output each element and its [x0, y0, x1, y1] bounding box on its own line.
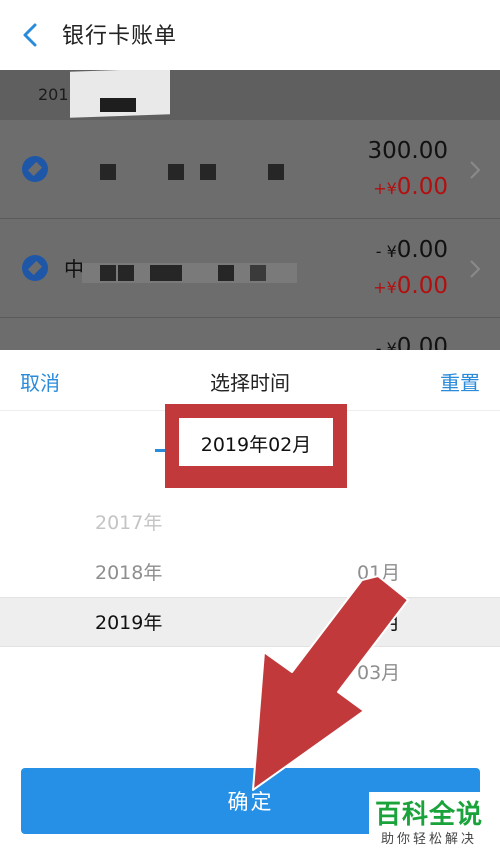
bank-logo-icon: [22, 255, 48, 281]
redaction-block: [118, 265, 134, 281]
redaction-block: [100, 265, 116, 281]
amount-sub: +¥0.00: [373, 174, 448, 200]
redaction-block: [250, 265, 266, 281]
annotation-frame: 2019年02月: [165, 404, 347, 488]
amount-main: - ¥0.00: [375, 237, 448, 263]
chevron-right-icon: [470, 161, 481, 179]
month-option[interactable]: 01月: [357, 558, 400, 585]
month-option[interactable]: 03月: [357, 658, 400, 685]
period-label: 201: [38, 85, 69, 104]
app-header: 银行卡账单: [0, 0, 500, 70]
chevron-right-icon: [470, 260, 481, 278]
reset-button[interactable]: 重置: [440, 367, 480, 396]
page-title: 银行卡账单: [62, 24, 178, 49]
watermark-subtitle: 助你轻松解决: [381, 832, 478, 847]
period-bar: 201: [0, 70, 500, 120]
redaction-block: [166, 265, 182, 281]
picker-title: 选择时间: [210, 371, 290, 395]
redaction-block: [100, 164, 116, 180]
amount-main: - ¥0.00: [375, 334, 448, 350]
list-item[interactable]: 中 - ¥0.00 +¥0.00: [0, 219, 500, 318]
list-item[interactable]: 300.00 +¥0.00: [0, 120, 500, 219]
amount-sub: +¥0.00: [373, 273, 448, 299]
year-option-selected[interactable]: 2019年: [95, 608, 162, 635]
list-item[interactable]: - ¥0.00: [0, 318, 500, 350]
chevron-left-icon[interactable]: [18, 22, 44, 48]
redaction-block: [268, 164, 284, 180]
redaction-block: [218, 265, 234, 281]
picker-selection-band: [0, 597, 500, 647]
amount-main: 300.00: [367, 138, 448, 164]
watermark-title: 百科全说: [375, 800, 484, 830]
redaction-block: [150, 265, 166, 281]
redaction-block: [100, 98, 136, 112]
redaction-block: [200, 164, 216, 180]
redaction-block: [168, 164, 184, 180]
bank-name: 中: [64, 257, 84, 281]
bank-logo-icon: [22, 156, 48, 182]
month-option-selected[interactable]: 02月: [357, 608, 400, 635]
bill-list-overlay: 201 300.00 +¥0.00 中 - ¥0.00 +¥0.00 - ¥0.…: [0, 70, 500, 350]
watermark-logo: 百科全说 助你轻松解决: [369, 792, 491, 848]
selected-date-label: 2019年02月: [200, 434, 312, 456]
year-option[interactable]: 2017年: [95, 508, 162, 535]
year-option[interactable]: 2018年: [95, 558, 162, 585]
selected-date-display[interactable]: 2019年02月: [179, 418, 333, 466]
picker-header: 取消 选择时间 重置: [0, 350, 500, 411]
